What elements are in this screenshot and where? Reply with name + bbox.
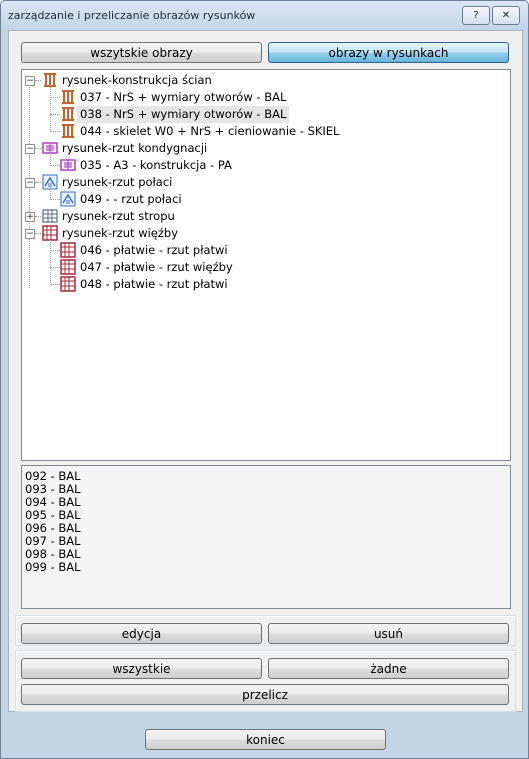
tree-connector [50, 284, 60, 285]
tree-connector [50, 131, 60, 132]
tree-connector [50, 267, 60, 268]
title-bar: zarządzanie i przeliczanie obrazów rysun… [1, 1, 528, 29]
wall-construction-icon [60, 106, 76, 122]
window-title: zarządzanie i przeliczanie obrazów rysun… [8, 9, 256, 22]
tree-connector [35, 233, 41, 234]
roof-plan-icon [60, 191, 76, 207]
tree-node[interactable]: + rysunek-rzut stropu [22, 208, 508, 225]
rafter-plan-icon [60, 259, 76, 275]
recalculate-button[interactable]: przelicz [21, 684, 509, 705]
collapse-icon[interactable]: − [25, 178, 35, 188]
dialog-window: zarządzanie i przeliczanie obrazów rysun… [0, 0, 529, 759]
tree-leaf-label: 048 - płatwie - rzut płatwi [80, 277, 228, 291]
collapse-icon[interactable]: − [25, 144, 35, 154]
tree-leaf-label: 038 - NrS + wymiary otworów - BAL [77, 106, 290, 123]
tree-leaf-label: 035 - A3 - konstrukcja - PA [80, 158, 232, 172]
tree-leaf-label: 046 - płatwie - rzut płatwi [80, 243, 228, 257]
collapse-icon[interactable]: − [25, 76, 35, 86]
tree-connector [35, 80, 41, 81]
tree-node[interactable]: − rysunek-konstrukcja ścian [22, 72, 508, 89]
finish-button[interactable]: koniec [145, 729, 386, 750]
tree-leaf-label: 049 - - rzut połaci [80, 192, 182, 206]
drawings-tree[interactable]: − rysunek-konstrukcja ścian 037 - NrS + … [21, 69, 511, 461]
wall-construction-icon [60, 123, 76, 139]
select-none-button[interactable]: żadne [268, 658, 509, 679]
tree-node-label: rysunek-konstrukcja ścian [62, 73, 212, 87]
tree-connector [35, 216, 41, 217]
tree-node-label: rysunek-rzut więźby [62, 226, 179, 240]
help-button[interactable]: ? [462, 6, 490, 25]
tree-connector [50, 85, 51, 132]
remove-button[interactable]: usuń [268, 623, 509, 644]
tree-leaf-label: 044 - skielet W0 + NrS + cieniowanie - S… [80, 124, 340, 138]
tree-node[interactable]: − rysunek-rzut połaci [22, 174, 508, 191]
tree-node-label: rysunek-rzut kondygnacji [62, 141, 208, 155]
tree-connector [50, 199, 60, 200]
tree-leaf-label: 047 - płatwie - rzut więźby [80, 260, 233, 274]
rafter-plan-icon [60, 276, 76, 292]
floor-plan-icon [60, 157, 76, 173]
tree-connector [50, 153, 51, 166]
edit-button[interactable]: edycja [21, 623, 262, 644]
tree-connector [50, 238, 51, 285]
tree-node-label: rysunek-rzut stropu [62, 209, 175, 223]
tab-images-in-drawings[interactable]: obrazy w rysunkach [268, 42, 509, 63]
tree-connector [50, 187, 51, 200]
images-list[interactable]: 092 - BAL 093 - BAL 094 - BAL 095 - BAL 096 … [21, 465, 511, 609]
tree-connector [50, 114, 60, 115]
tree-node-label: rysunek-rzut połaci [62, 175, 173, 189]
collapse-icon[interactable]: − [25, 229, 35, 239]
tab-all-images[interactable]: wszytskie obrazy [21, 42, 262, 63]
list-item[interactable]: 099 - BAL [25, 561, 81, 574]
tree-connector [50, 250, 60, 251]
tree-connector [50, 97, 60, 98]
tree-connector [50, 165, 60, 166]
tree-leaf-label: 037 - NrS + wymiary otworów - BAL [80, 90, 287, 104]
tree-node[interactable]: − rysunek-rzut więźby [22, 225, 508, 242]
expand-icon[interactable]: + [25, 212, 35, 222]
tree-node[interactable]: − rysunek-rzut kondygnacji [22, 140, 508, 157]
dialog-client-area: wszytskie obrazy obrazy w rysunkach − ry… [8, 30, 523, 712]
ceiling-plan-icon [42, 208, 58, 224]
rafter-plan-icon [60, 242, 76, 258]
select-all-button[interactable]: wszystkie [21, 658, 262, 679]
tree-connector [35, 148, 41, 149]
close-button[interactable]: ✕ [492, 6, 520, 25]
wall-construction-icon [60, 89, 76, 105]
tree-connector [35, 182, 41, 183]
